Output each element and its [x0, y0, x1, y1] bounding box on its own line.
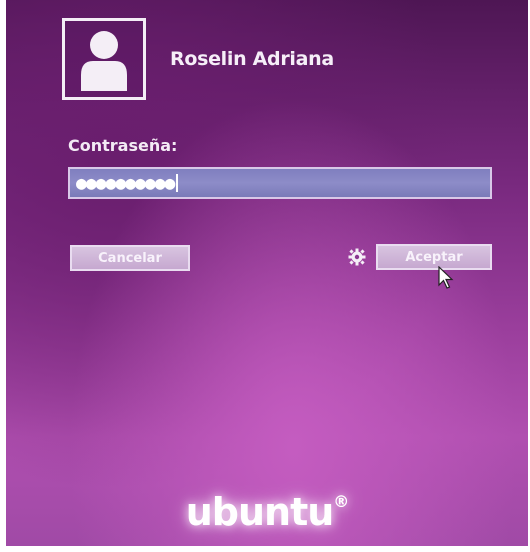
- login-screen: Roselin Adriana Contraseña: ●●●●●●●●●● C…: [6, 0, 528, 546]
- password-label: Contraseña:: [68, 136, 178, 155]
- cancel-button[interactable]: Cancelar: [70, 245, 190, 271]
- password-masked-value: ●●●●●●●●●●: [76, 172, 175, 194]
- accept-button[interactable]: Aceptar: [376, 244, 492, 270]
- gear-icon[interactable]: [348, 248, 366, 266]
- user-icon: [81, 31, 127, 91]
- ubuntu-logo: ubuntu®: [6, 490, 528, 534]
- logo-text: ubuntu: [185, 490, 335, 534]
- text-caret: [176, 174, 179, 192]
- mouse-pointer-icon: [438, 266, 454, 289]
- user-avatar[interactable]: [62, 18, 146, 100]
- username-label: Roselin Adriana: [170, 48, 334, 70]
- password-input[interactable]: ●●●●●●●●●●: [68, 167, 492, 199]
- logo-mark: ®: [333, 492, 349, 511]
